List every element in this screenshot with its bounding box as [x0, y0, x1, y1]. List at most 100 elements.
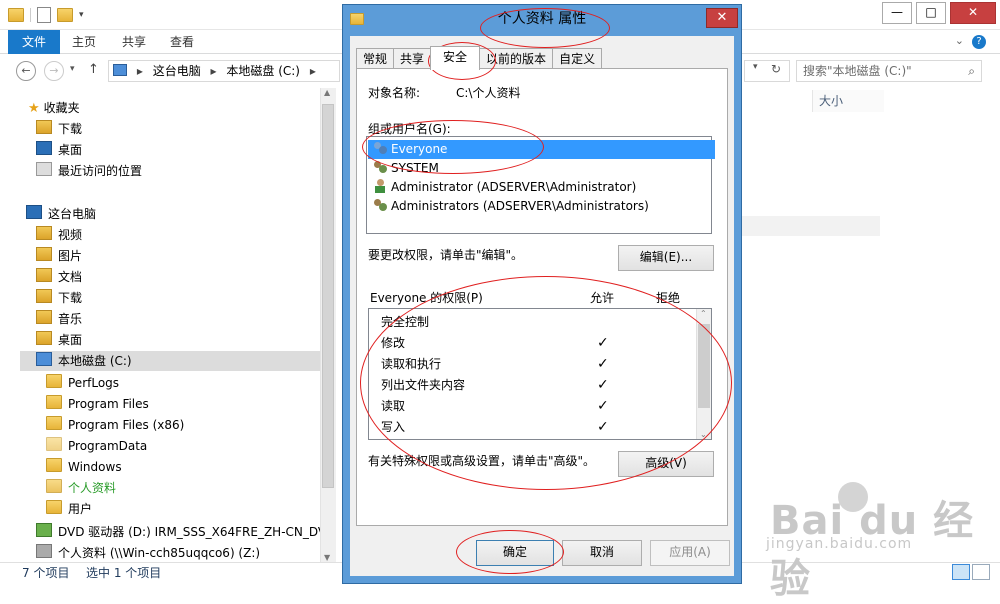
nav-disk-personal-data[interactable]: 个人资料: [46, 478, 116, 498]
nav-label: 文档: [58, 270, 83, 284]
minimize-button[interactable]: —: [882, 2, 912, 24]
new-folder-icon[interactable]: [57, 8, 73, 22]
dialog-close-button[interactable]: ✕: [706, 8, 738, 28]
chevron-down-icon[interactable]: ▾: [79, 10, 84, 20]
nav-pc-videos[interactable]: 视频: [36, 225, 82, 245]
ribbon-tab-home[interactable]: 主页: [72, 30, 96, 54]
breadcrumb-drive[interactable]: 本地磁盘 (C:): [226, 64, 300, 78]
permissions-scrollbar-thumb[interactable]: [698, 324, 710, 408]
permission-modify: 修改: [381, 333, 405, 353]
permission-list-folder: 列出文件夹内容: [381, 375, 465, 395]
nav-pc-downloads[interactable]: 下载: [36, 288, 82, 308]
dvd-drive-icon: [36, 523, 52, 537]
nav-fav-recent[interactable]: 最近访问的位置: [36, 161, 142, 181]
tab-general[interactable]: 常规: [356, 48, 395, 69]
tab-previous-versions[interactable]: 以前的版本: [479, 48, 554, 69]
permission-write: 写入: [381, 417, 405, 437]
nav-scrollbar-thumb[interactable]: [322, 104, 334, 488]
edit-button[interactable]: 编辑(E)...: [618, 245, 714, 271]
nav-pc-documents[interactable]: 文档: [36, 267, 82, 287]
advanced-button[interactable]: 高级(V): [618, 451, 714, 477]
scroll-up-icon[interactable]: ⌃: [700, 309, 707, 318]
nav-pc-music[interactable]: 音乐: [36, 309, 82, 329]
breadcrumb-this-pc[interactable]: 这台电脑: [153, 64, 201, 78]
list-item-system[interactable]: SYSTEM: [373, 159, 439, 178]
music-folder-icon: [36, 310, 52, 324]
back-button[interactable]: ←: [16, 61, 36, 81]
videos-folder-icon: [36, 226, 52, 240]
window-close-button[interactable]: ✕: [950, 2, 996, 24]
desktop-folder-icon: [36, 331, 52, 345]
list-item-everyone[interactable]: Everyone: [368, 140, 715, 159]
chevron-down-icon[interactable]: ⌄: [955, 34, 964, 47]
nav-disk-program-files[interactable]: Program Files: [46, 394, 149, 414]
folder-icon: [46, 416, 62, 430]
scroll-up-icon[interactable]: ▲: [324, 88, 330, 97]
nav-dvd-drive[interactable]: DVD 驱动器 (D:) IRM_SSS_X64FRE_ZH-CN_DV5: [36, 522, 334, 542]
breadcrumb-separator-icon: ▸: [309, 64, 316, 78]
nav-disk-windows[interactable]: Windows: [46, 457, 122, 477]
nav-pc-pictures[interactable]: 图片: [36, 246, 82, 266]
list-item-administrator[interactable]: Administrator (ADSERVER\Administrator): [373, 178, 636, 197]
tab-customize[interactable]: 自定义: [552, 48, 603, 69]
nav-disk-perflogs[interactable]: PerfLogs: [46, 373, 119, 393]
nav-label: 本地磁盘 (C:): [58, 354, 132, 368]
user-icon: [373, 179, 387, 193]
ribbon-tab-file[interactable]: 文件: [8, 30, 60, 54]
object-name-value: C:\个人资料: [456, 86, 521, 100]
permission-name: 修改: [381, 336, 406, 350]
users-group-icon: [373, 160, 387, 174]
address-bar-right[interactable]: ▾ ↻: [744, 60, 790, 82]
address-bar[interactable]: ▸ 这台电脑 ▸ 本地磁盘 (C:) ▸: [108, 60, 340, 82]
downloads-folder-icon: [36, 289, 52, 303]
check-icon: ✓: [597, 398, 609, 414]
apply-button[interactable]: 应用(A): [650, 540, 730, 566]
scroll-down-icon[interactable]: ⌄: [700, 430, 707, 439]
search-icon[interactable]: ⌕: [968, 61, 975, 81]
recent-chevron-icon[interactable]: ▾: [70, 64, 75, 74]
nav-pc-desktop[interactable]: 桌面: [36, 330, 82, 350]
dialog-tabs: 常规 共享 安全 以前的版本 自定义: [356, 46, 603, 70]
help-icon[interactable]: ?: [972, 35, 986, 49]
maximize-button[interactable]: □: [916, 2, 946, 24]
list-item-administrators[interactable]: Administrators (ADSERVER\Administrators): [373, 197, 649, 216]
ribbon-tab-share[interactable]: 共享: [122, 30, 146, 54]
nav-label: Windows: [68, 460, 122, 474]
nav-label: 最近访问的位置: [58, 164, 143, 178]
dialog-title: 个人资料 属性: [497, 11, 587, 27]
users-listbox[interactable]: Everyone SYSTEM Administrator (ADSERVER\…: [366, 136, 715, 234]
nav-label: PerfLogs: [68, 376, 120, 390]
search-input[interactable]: 搜索"本地磁盘 (C:)" ⌕: [796, 60, 982, 82]
address-dropdown-icon[interactable]: ▾: [753, 62, 758, 72]
properties-icon[interactable]: [37, 7, 51, 23]
column-header-size[interactable]: 大小: [812, 90, 884, 112]
nav-this-pc[interactable]: 这台电脑: [26, 204, 96, 224]
cancel-button[interactable]: 取消: [562, 540, 642, 566]
user-label: Administrator (ADSERVER\Administrator): [391, 180, 637, 194]
tab-sharing[interactable]: 共享: [393, 48, 432, 69]
nav-disk-program-files-x86[interactable]: Program Files (x86): [46, 415, 184, 435]
forward-button[interactable]: →: [44, 61, 64, 81]
allow-header: 允许: [590, 291, 615, 305]
nav-local-disk[interactable]: 本地磁盘 (C:): [20, 351, 336, 371]
network-drive-icon: [36, 544, 52, 558]
nav-disk-programdata[interactable]: ProgramData: [46, 436, 147, 456]
ribbon-tab-view[interactable]: 查看: [170, 30, 194, 54]
ok-button[interactable]: 确定: [476, 540, 554, 566]
nav-label: 图片: [58, 249, 83, 263]
refresh-icon[interactable]: ↻: [771, 62, 781, 76]
nav-favorites[interactable]: ★ 收藏夹: [28, 98, 80, 118]
deny-header: 拒绝: [656, 291, 681, 305]
nav-fav-downloads[interactable]: 下载: [36, 119, 82, 139]
folder-icon[interactable]: [8, 8, 24, 22]
toolbar-divider: [30, 8, 31, 22]
tab-security[interactable]: 安全: [430, 46, 481, 70]
scroll-down-icon[interactable]: ▼: [324, 553, 330, 562]
up-arrow-icon[interactable]: ↑: [88, 62, 99, 77]
pictures-folder-icon: [36, 247, 52, 261]
nav-disk-users[interactable]: 用户: [46, 499, 92, 519]
check-icon: ✓: [597, 356, 609, 372]
user-label: SYSTEM: [391, 161, 439, 175]
nav-fav-desktop[interactable]: 桌面: [36, 140, 82, 160]
nav-network-drive[interactable]: 个人资料 (\\Win-cch85uqqco6) (Z:): [36, 543, 260, 563]
